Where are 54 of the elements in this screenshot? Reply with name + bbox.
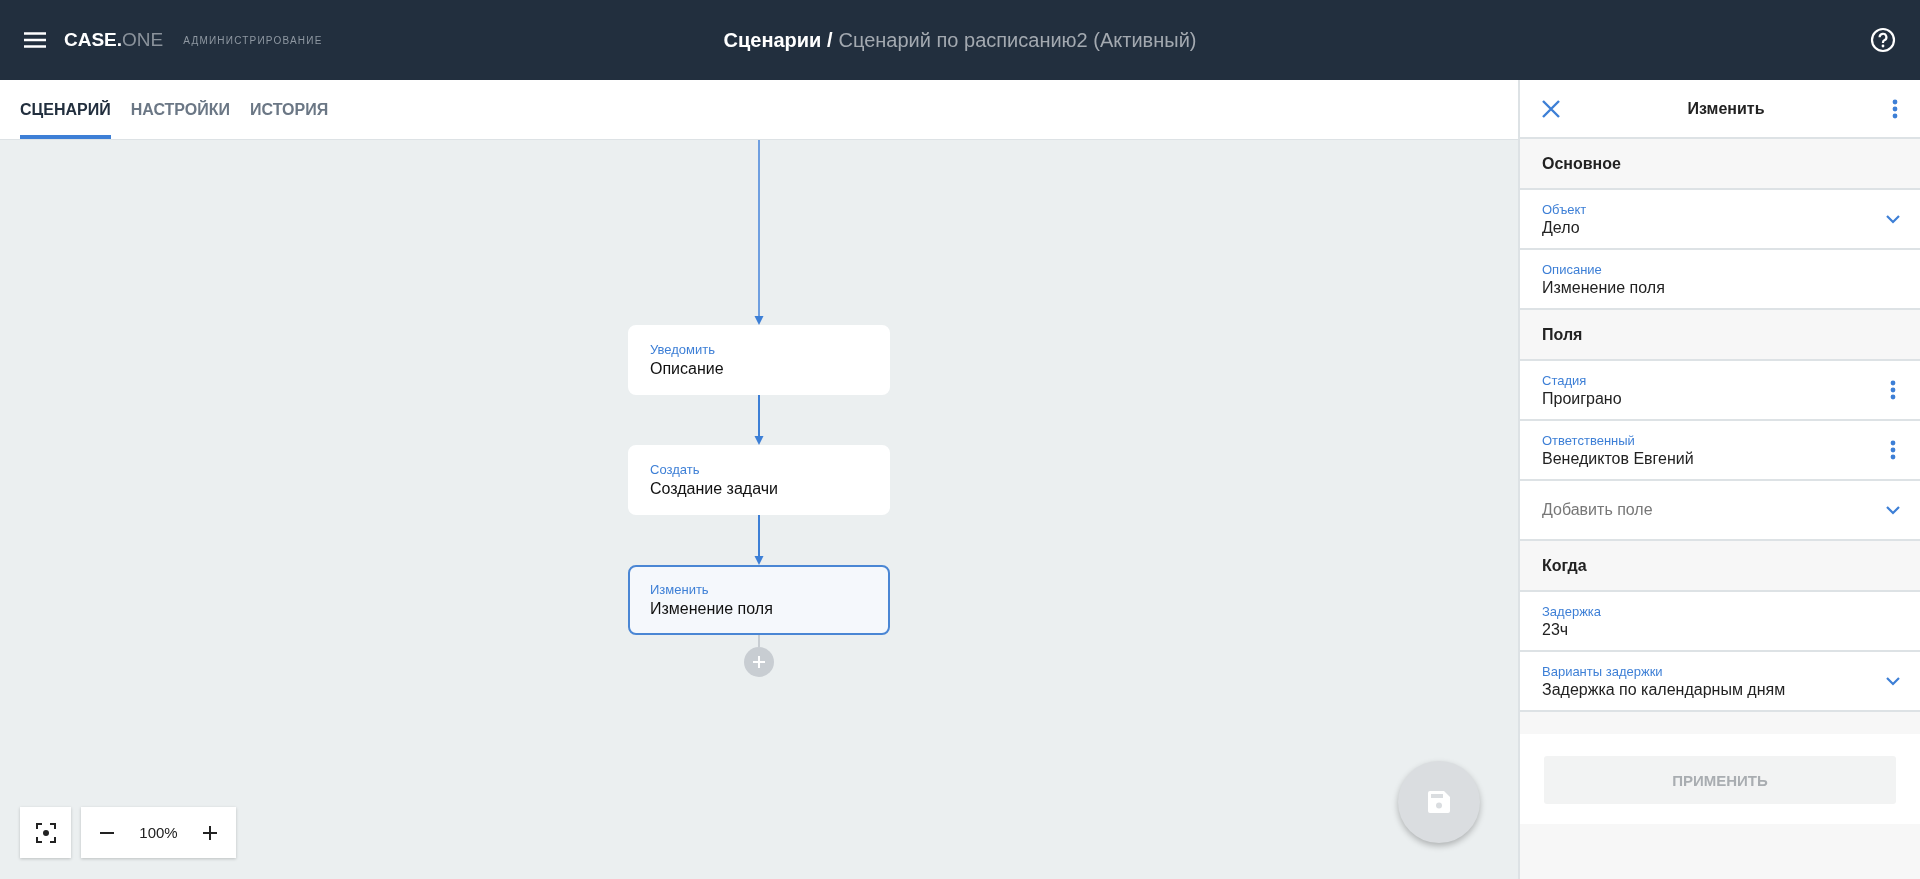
field-value: Венедиктов Евгений: [1542, 449, 1694, 468]
arrow-connector: [754, 515, 764, 565]
focus-icon: [35, 822, 56, 843]
field-value: Изменение поля: [1542, 278, 1665, 297]
tab[interactable]: НАСТРОЙКИ: [130, 80, 230, 139]
panel-title: Изменить: [1687, 99, 1765, 118]
step-type: Изменить: [650, 582, 710, 597]
more-icon: [1892, 98, 1898, 119]
field-label: Описание: [1542, 261, 1603, 277]
select-field[interactable]: Объект Дело: [1520, 190, 1920, 250]
field-label: Ответственный: [1542, 432, 1636, 448]
dropdown-placeholder: Добавить поле: [1542, 501, 1653, 519]
zoom-level: 100%: [139, 824, 178, 841]
step-type: Уведомить: [650, 342, 716, 357]
chevron-down-icon: [1886, 505, 1900, 515]
breadcrumb-link[interactable]: Сценарии /: [723, 28, 833, 51]
close-icon: [1542, 99, 1560, 118]
field-value: Проиграно: [1542, 389, 1622, 408]
plus-icon: [753, 656, 765, 668]
section-subtitle: АДМИНИСТРИРОВАНИЕ: [183, 34, 323, 46]
field-value: Дело: [1542, 218, 1581, 237]
more-icon: [1890, 380, 1896, 400]
step-title: Описание: [650, 360, 725, 378]
plus-icon: [203, 825, 217, 840]
field-value: Задержка по календарным дням: [1542, 680, 1786, 699]
field-label: Стадия: [1542, 372, 1588, 388]
select-field[interactable]: Варианты задержки Задержка по календарным дням: [1520, 652, 1920, 712]
step-card[interactable]: Изменить Изменение поля: [628, 565, 890, 635]
step-card[interactable]: Уведомить Описание: [628, 325, 890, 395]
text-field[interactable]: Описание Изменение поля: [1520, 250, 1920, 310]
field-value: 23ч: [1542, 620, 1570, 639]
chevron-down-icon: [1886, 214, 1900, 224]
logo-text: ONE: [122, 29, 164, 51]
logo-text: CASE.: [64, 29, 123, 51]
text-field[interactable]: Задержка 23ч: [1520, 592, 1920, 652]
field-row[interactable]: Ответственный Венедиктов Евгений: [1520, 421, 1920, 481]
step-title: Создание задачи: [650, 480, 779, 498]
chevron-down-icon: [1886, 676, 1900, 686]
fit-view-button[interactable]: [20, 807, 71, 858]
page-title: Сценарий по расписанию2 (Активный): [838, 28, 1197, 51]
more-icon: [1890, 440, 1896, 460]
field-label: Варианты задержки: [1542, 663, 1664, 679]
help-icon: [1870, 27, 1896, 53]
step-type: Создать: [650, 462, 701, 477]
tab[interactable]: ИСТОРИЯ: [250, 80, 329, 139]
minus-icon: [100, 831, 114, 834]
field-label: Задержка: [1542, 603, 1602, 619]
arrow-connector: [754, 395, 764, 445]
menu-icon: [24, 32, 46, 48]
field-row[interactable]: Стадия Проиграно: [1520, 361, 1920, 421]
step-card[interactable]: Создать Создание задачи: [628, 445, 890, 515]
add-field-dropdown[interactable]: Добавить поле: [1520, 481, 1920, 541]
field-label: Объект: [1542, 201, 1587, 217]
step-title: Изменение поля: [650, 600, 774, 618]
